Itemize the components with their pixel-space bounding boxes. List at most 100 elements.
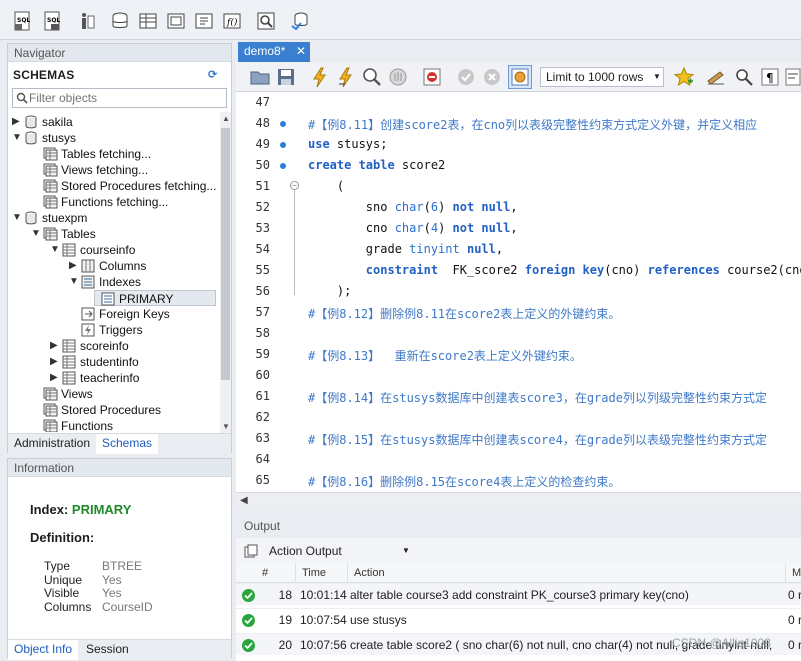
table-group-icon [43, 403, 58, 417]
commit-icon[interactable] [454, 65, 478, 89]
copy-icon[interactable] [244, 544, 258, 558]
limit-rows-select[interactable]: Limit to 1000 rows ▼ [540, 67, 664, 87]
tree-item[interactable]: ▶ teacherinfo [8, 370, 220, 386]
expand-arrow-icon[interactable]: ▶ [50, 338, 60, 354]
collapse-arrow-icon[interactable]: ▼ [12, 210, 22, 226]
tab-administration[interactable]: Administration [8, 434, 96, 454]
create-table-icon[interactable] [136, 9, 160, 33]
columns-icon [81, 259, 96, 273]
tree-item[interactable]: Views fetching... [8, 162, 220, 178]
tab-demo8[interactable]: demo8* ✕ [238, 42, 310, 62]
invisible-chars-icon[interactable]: ¶ [758, 65, 782, 89]
code-line: constraint FK_score2 foreign key(cno) re… [365, 263, 801, 277]
tree-item[interactable]: ▼ stuexpm [8, 210, 220, 226]
tree-item[interactable]: Foreign Keys [8, 306, 220, 322]
beautify-icon[interactable] [704, 65, 728, 89]
fold-toggle-icon[interactable]: − [290, 181, 299, 190]
tree-item[interactable]: Stored Procedures fetching... [8, 178, 220, 194]
code-line: #【例8.11】创建score2表，在cno列以表级完整性约束方式定义外键，并定… [308, 118, 758, 132]
tree-item-label: stusys [42, 131, 77, 145]
tab-schemas[interactable]: Schemas [96, 434, 159, 454]
tab-session[interactable]: Session [80, 640, 135, 660]
expand-arrow-icon[interactable]: ▶ [12, 114, 22, 130]
output-cell-msg: 0 r [788, 638, 801, 652]
tree-item[interactable]: ▼ Indexes [8, 274, 220, 290]
scroll-up-icon[interactable]: ▲ [222, 114, 230, 123]
index-label: Index: [30, 502, 69, 517]
execute-icon[interactable] [308, 65, 332, 89]
expand-arrow-icon[interactable]: ▶ [69, 258, 79, 274]
output-type-select[interactable]: Action Output ▼ [264, 542, 414, 560]
collapse-arrow-icon[interactable]: ▼ [12, 130, 22, 146]
output-row[interactable]: 19 10:07:54 use stusys 0 r [236, 608, 801, 630]
collapse-arrow-icon[interactable]: ▼ [50, 242, 60, 258]
navigator-scrollbar[interactable]: ▲ ▼ [220, 112, 231, 434]
output-cell-time: 10:07:54 [300, 613, 347, 627]
tree-item[interactable]: ▼ stusys [8, 130, 220, 146]
execute-current-icon[interactable] [334, 65, 358, 89]
find-icon[interactable] [732, 65, 756, 89]
open-sql-file-icon[interactable]: SQL [40, 9, 64, 33]
tree-item[interactable]: ▶ scoreinfo [8, 338, 220, 354]
reconnect-icon[interactable] [288, 9, 312, 33]
explain-icon[interactable] [360, 65, 384, 89]
open-folder-icon[interactable] [248, 65, 272, 89]
expand-arrow-icon[interactable]: ▶ [50, 354, 60, 370]
trigger-icon [81, 323, 96, 337]
tree-item[interactable]: Views [8, 386, 220, 402]
rollback-icon[interactable] [480, 65, 504, 89]
search-table-data-icon[interactable] [254, 9, 278, 33]
tree-item[interactable]: ▶ sakila [8, 114, 220, 130]
tab-object-info[interactable]: Object Info [8, 640, 79, 660]
tree-item[interactable]: ▶ studentinfo [8, 354, 220, 370]
info-icon[interactable] [74, 9, 98, 33]
scroll-left-icon[interactable]: ◀ [240, 495, 248, 506]
autocommit-toggle-icon[interactable] [508, 65, 532, 89]
output-toolbar: Action Output ▼ [236, 538, 801, 564]
output-cell-action: use stusys [350, 613, 407, 627]
create-procedure-icon[interactable] [192, 9, 216, 33]
expand-arrow-icon[interactable]: ▶ [50, 370, 60, 386]
property-key: Type [44, 559, 71, 573]
stop-icon[interactable] [386, 65, 410, 89]
tree-item-label: Stored Procedures [61, 403, 162, 417]
code-area[interactable]: #【例8.11】创建score2表，在cno列以表级完整性约束方式定义外键，并定… [236, 92, 801, 492]
output-cell-time: 10:01:14 [300, 588, 347, 602]
new-sql-tab-icon[interactable]: SQL [10, 9, 34, 33]
scroll-thumb[interactable] [221, 128, 230, 380]
collapse-arrow-icon[interactable]: ▼ [31, 226, 41, 242]
close-icon[interactable]: ✕ [296, 42, 306, 61]
index-icon [101, 292, 116, 306]
wrap-icon[interactable] [784, 65, 801, 89]
tree-item[interactable]: ▼ Tables [8, 226, 220, 242]
tree-item[interactable]: ▶ Columns [8, 258, 220, 274]
create-function-icon[interactable]: f() [220, 9, 244, 33]
tree-item[interactable]: Tables fetching... [8, 146, 220, 162]
toggle-error-stop-icon[interactable] [420, 65, 444, 89]
table-icon [62, 243, 77, 257]
filter-input[interactable] [29, 91, 221, 105]
refresh-schemas-icon[interactable]: ⟳ [208, 68, 217, 81]
tree-item[interactable]: Stored Procedures [8, 402, 220, 418]
scroll-down-icon[interactable]: ▼ [222, 422, 230, 431]
tree-item[interactable]: Triggers [8, 322, 220, 338]
save-icon[interactable] [274, 65, 298, 89]
editor-horizontal-scrollbar[interactable]: ◀ [236, 492, 801, 510]
tree-item[interactable]: PRIMARY [94, 290, 216, 306]
code-line: sno char(6) not null, [308, 200, 518, 214]
tree-item[interactable]: ▼ courseinfo [8, 242, 220, 258]
navigator-title: Navigator [8, 44, 231, 62]
create-schema-icon[interactable] [108, 9, 132, 33]
tree-item[interactable]: Functions [8, 418, 220, 432]
collapse-arrow-icon[interactable]: ▼ [69, 274, 79, 290]
tree-item-label: teacherinfo [80, 371, 140, 385]
create-view-icon[interactable] [164, 9, 188, 33]
tree-item[interactable]: Functions fetching... [8, 194, 220, 210]
output-row[interactable]: 18 10:01:14 alter table course3 add constr… [236, 583, 801, 605]
sql-editor[interactable]: 47 48 49 50 51 52 53 54 55 56 57 58 59 60 61 62 63 64 65 #… [236, 92, 801, 492]
output-cell-time: 10:07:56 [300, 638, 347, 652]
property-row: Type BTREE [44, 559, 224, 573]
tree-item-label: scoreinfo [80, 339, 129, 353]
add-snippet-icon[interactable] [672, 65, 696, 89]
filter-box[interactable] [12, 88, 227, 108]
